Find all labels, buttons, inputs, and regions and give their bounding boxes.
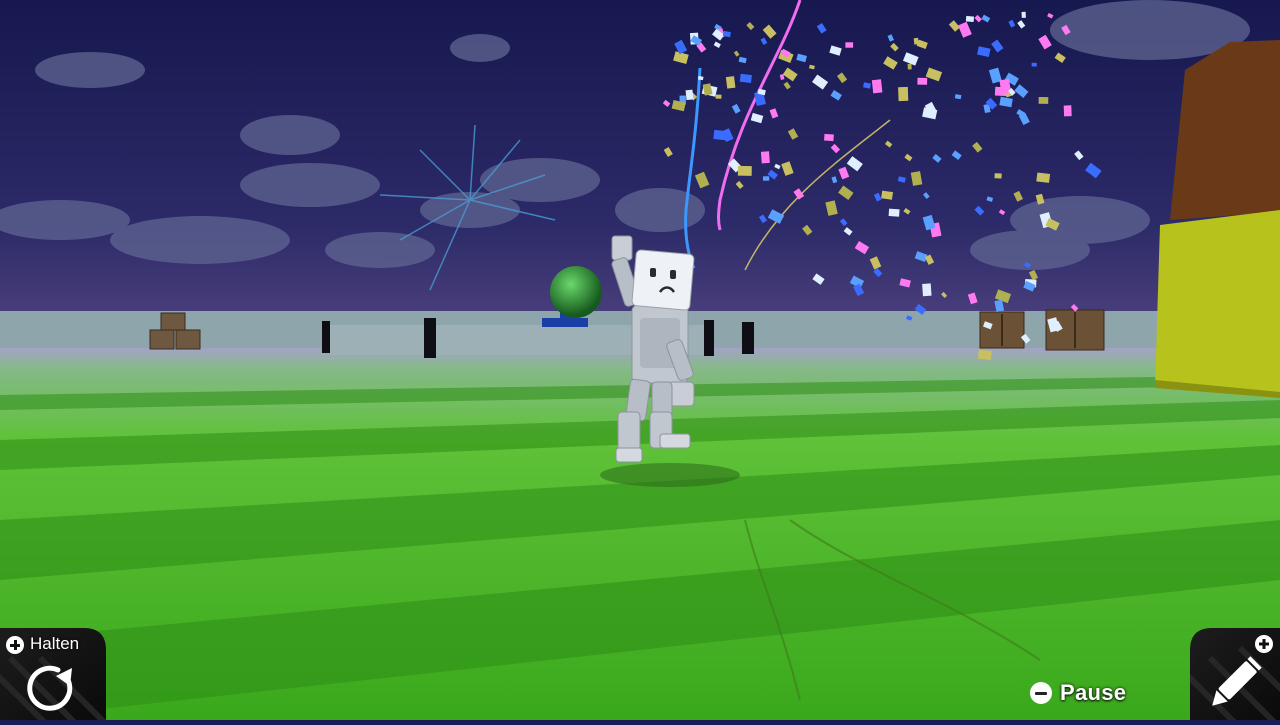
confetti-piece: [898, 86, 909, 102]
edit-button[interactable]: [1177, 628, 1280, 725]
confetti-piece: [725, 76, 736, 89]
confetti-piece: [1036, 172, 1051, 183]
pause-label: Pause: [1060, 680, 1127, 705]
confetti-piece: [907, 63, 912, 70]
game-scene: [0, 0, 1280, 720]
confetti-piece: [1031, 62, 1037, 67]
post: [704, 320, 714, 356]
confetti-piece: [763, 176, 770, 181]
confetti-piece: [1063, 105, 1072, 117]
robot-shadow: [600, 463, 740, 487]
confetti-piece: [917, 77, 928, 85]
post: [742, 322, 754, 354]
confetti-piece: [713, 129, 728, 141]
confetti-piece: [994, 173, 1002, 179]
confetti-piece: [760, 151, 770, 164]
confetti-piece: [824, 133, 834, 142]
post: [424, 318, 436, 358]
confetti-piece: [845, 42, 854, 48]
confetti-piece: [922, 283, 932, 297]
confetti-piece: [698, 75, 704, 81]
edit-button-panel: [1177, 628, 1280, 725]
plus-button-icon: [6, 636, 24, 654]
post: [322, 321, 330, 353]
confetti-piece: [737, 165, 752, 176]
confetti-piece: [965, 15, 975, 23]
robot-hand: [611, 235, 633, 261]
robot-head: [631, 249, 695, 311]
confetti-piece: [888, 208, 900, 217]
confetti-piece: [1021, 11, 1026, 18]
confetti-piece: [685, 89, 694, 101]
plus-button-icon: [1255, 635, 1273, 653]
confetti-piece: [977, 349, 992, 360]
confetti-piece: [1038, 96, 1049, 104]
confetti-piece: [739, 73, 752, 84]
minus-button-icon: [1030, 682, 1052, 704]
hold-button[interactable]: Halten: [0, 628, 112, 725]
pause-button[interactable]: Pause: [1030, 678, 1150, 708]
confetti-piece: [871, 79, 883, 94]
confetti-piece: [881, 190, 893, 200]
hold-label: Halten: [30, 634, 80, 653]
confetti-piece: [715, 94, 722, 99]
